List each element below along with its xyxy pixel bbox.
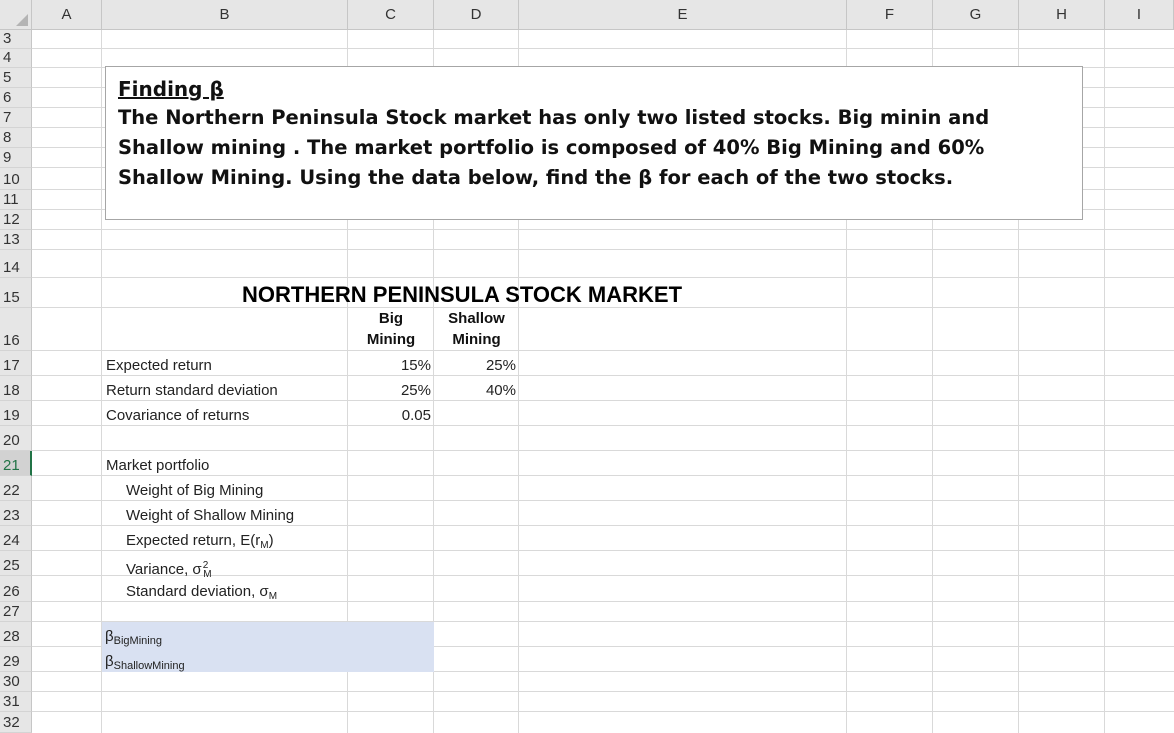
row-header-27[interactable]: 27 bbox=[0, 602, 32, 622]
beta-big-mining-subscript: BigMining bbox=[113, 635, 162, 647]
row-header-29[interactable]: 29 bbox=[0, 647, 32, 672]
column-header-h[interactable]: H bbox=[1019, 0, 1105, 30]
row-header-16[interactable]: 16 bbox=[0, 308, 32, 351]
row-header-15[interactable]: 15 bbox=[0, 278, 32, 308]
row-header-24[interactable]: 24 bbox=[0, 526, 32, 551]
row-header-14[interactable]: 14 bbox=[0, 250, 32, 278]
weight-shallow-mining-label[interactable]: Weight of Shallow Mining bbox=[126, 507, 294, 525]
problem-title: Finding β bbox=[118, 77, 224, 101]
gridline bbox=[32, 525, 1174, 526]
column-header-f[interactable]: F bbox=[847, 0, 933, 30]
beta-big-mining-symbol: β bbox=[105, 628, 114, 645]
row-header-17[interactable]: 17 bbox=[0, 351, 32, 376]
problem-textbox[interactable]: Finding β The Northern Peninsula Stock m… bbox=[105, 66, 1083, 220]
market-stdev-subscript: M bbox=[268, 591, 278, 602]
select-all-triangle-icon bbox=[16, 14, 28, 26]
row-header-25[interactable]: 25 bbox=[0, 551, 32, 576]
gridline bbox=[1104, 30, 1105, 733]
column-header-e[interactable]: E bbox=[519, 0, 847, 30]
weight-big-mining-label[interactable]: Weight of Big Mining bbox=[126, 482, 263, 500]
beta-shallow-mining-label[interactable]: βShallowMining bbox=[105, 653, 185, 672]
row-header-18[interactable]: 18 bbox=[0, 376, 32, 401]
row-header-28[interactable]: 28 bbox=[0, 622, 32, 647]
market-variance-label[interactable]: Variance, σ2M bbox=[126, 557, 212, 584]
row-header-26[interactable]: 26 bbox=[0, 576, 32, 602]
row-header-19[interactable]: 19 bbox=[0, 401, 32, 426]
gridline bbox=[32, 400, 1174, 401]
market-stdev-text: Standard deviation, σ bbox=[126, 583, 269, 600]
select-all-corner[interactable] bbox=[0, 0, 32, 30]
gridline bbox=[32, 500, 1174, 501]
gridline bbox=[32, 425, 1174, 426]
covariance-label[interactable]: Covariance of returns bbox=[106, 407, 249, 425]
problem-statement: The Northern Peninsula Stock market has … bbox=[118, 106, 990, 189]
market-variance-subscript: M bbox=[203, 569, 212, 580]
row-header-9[interactable]: 9 bbox=[0, 148, 32, 168]
row-header-30[interactable]: 30 bbox=[0, 672, 32, 692]
row-header-4[interactable]: 4 bbox=[0, 49, 32, 68]
gridline bbox=[32, 249, 1174, 250]
column-header-a[interactable]: A bbox=[32, 0, 102, 30]
row-header-5[interactable]: 5 bbox=[0, 68, 32, 88]
row-header-20[interactable]: 20 bbox=[0, 426, 32, 451]
market-expected-return-label[interactable]: Expected return, E(rM) bbox=[126, 532, 274, 555]
return-std-dev-label[interactable]: Return standard deviation bbox=[106, 382, 278, 400]
row-header-23[interactable]: 23 bbox=[0, 501, 32, 526]
gridline bbox=[32, 48, 1174, 49]
big-mining-expected-return[interactable]: 15% bbox=[348, 357, 431, 375]
row-header-8[interactable]: 8 bbox=[0, 128, 32, 148]
shallow-mining-header[interactable]: Shallow Mining bbox=[434, 308, 519, 350]
beta-shallow-mining-symbol: β bbox=[105, 653, 114, 670]
column-header-g[interactable]: G bbox=[933, 0, 1019, 30]
row-header-13[interactable]: 13 bbox=[0, 230, 32, 250]
gridline bbox=[32, 350, 1174, 351]
shallow-mining-expected-return[interactable]: 25% bbox=[434, 357, 516, 375]
big-mining-header-line2: Mining bbox=[366, 331, 416, 348]
gridline bbox=[32, 475, 1174, 476]
market-portfolio-label[interactable]: Market portfolio bbox=[106, 457, 209, 475]
shallow-mining-std-dev[interactable]: 40% bbox=[434, 382, 516, 400]
shallow-mining-header-line1: Shallow bbox=[448, 310, 505, 327]
beta-shallow-mining-subscript: ShallowMining bbox=[113, 660, 185, 672]
row-header-3[interactable]: 3 bbox=[0, 30, 32, 49]
row-header-21[interactable]: 21 bbox=[0, 451, 32, 476]
market-expected-return-text: Expected return, E(r bbox=[126, 532, 261, 549]
row-header-32[interactable]: 32 bbox=[0, 712, 32, 733]
row-header-31[interactable]: 31 bbox=[0, 692, 32, 712]
gridline bbox=[32, 307, 1174, 308]
gridline bbox=[32, 277, 1174, 278]
expected-return-label[interactable]: Expected return bbox=[106, 357, 212, 375]
beta-big-mining-label[interactable]: βBigMining bbox=[105, 628, 162, 647]
big-mining-std-dev[interactable]: 25% bbox=[348, 382, 431, 400]
market-expected-return-close: ) bbox=[268, 532, 274, 549]
gridline bbox=[32, 711, 1174, 712]
big-mining-header[interactable]: Big Mining bbox=[348, 308, 434, 350]
column-header-c[interactable]: C bbox=[348, 0, 434, 30]
row-header-11[interactable]: 11 bbox=[0, 190, 32, 210]
gridline bbox=[32, 691, 1174, 692]
spreadsheet-grid[interactable]: A B C D E F G H I 3 4 5 6 7 8 9 10 11 12… bbox=[0, 0, 1174, 733]
column-header-d[interactable]: D bbox=[434, 0, 519, 30]
table-title: NORTHERN PENINSULA STOCK MARKET bbox=[242, 282, 683, 307]
row-header-12[interactable]: 12 bbox=[0, 210, 32, 230]
column-header-i[interactable]: I bbox=[1105, 0, 1174, 30]
gridline bbox=[32, 375, 1174, 376]
row-header-6[interactable]: 6 bbox=[0, 88, 32, 108]
gridline bbox=[32, 450, 1174, 451]
column-header-b[interactable]: B bbox=[102, 0, 348, 30]
row-header-7[interactable]: 7 bbox=[0, 108, 32, 128]
covariance-value[interactable]: 0.05 bbox=[348, 407, 431, 425]
row-header-10[interactable]: 10 bbox=[0, 168, 32, 190]
market-stdev-label[interactable]: Standard deviation, σM bbox=[126, 583, 277, 606]
shallow-mining-header-line2: Mining bbox=[452, 331, 501, 348]
big-mining-header-line1: Big bbox=[378, 310, 404, 327]
market-variance-text: Variance, σ bbox=[126, 561, 202, 578]
row-header-22[interactable]: 22 bbox=[0, 476, 32, 501]
gridline bbox=[32, 229, 1174, 230]
market-expected-return-subscript: M bbox=[260, 540, 269, 551]
